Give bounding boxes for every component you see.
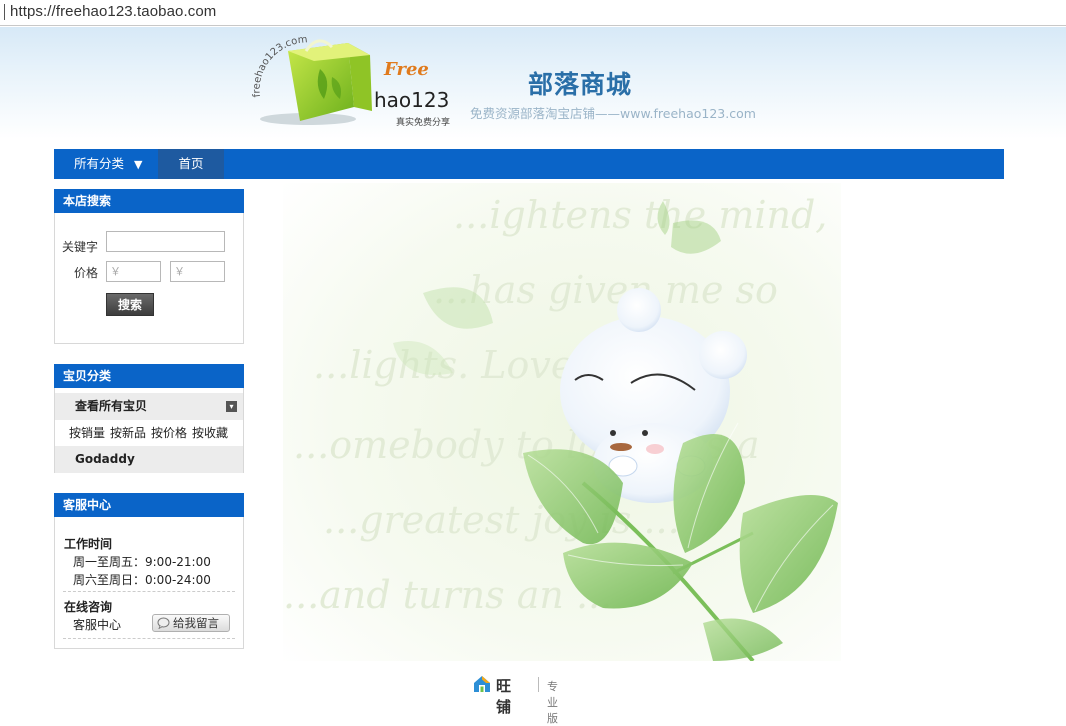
divider — [63, 591, 235, 592]
footer-edition: 专业版 — [547, 680, 558, 725]
collapse-icon[interactable]: ▾ — [226, 401, 237, 412]
keyword-input[interactable] — [106, 231, 225, 252]
triangle-down-icon: ▼ — [134, 158, 143, 171]
agent-name: 客服中心 — [73, 618, 122, 632]
weekend-hours: 周六至周日：0:00-24:00 — [73, 573, 211, 587]
leave-message-label: 给我留言 — [173, 616, 219, 630]
text-cursor — [4, 4, 5, 20]
sort-by-price[interactable]: 按价格 — [151, 426, 187, 440]
logo-wordmark: Free — [383, 59, 429, 80]
wangpu-logo-icon — [474, 676, 490, 692]
nav-all-categories-label: 所有分类 — [74, 156, 125, 171]
sort-by-favorites[interactable]: 按收藏 — [192, 426, 228, 440]
category-panel: 宝贝分类 查看所有宝贝 ▾ 按销量 按新品 按价格 按收藏 Godaddy — [54, 364, 244, 473]
url-text[interactable]: https://freehao123.taobao.com — [10, 3, 216, 20]
svg-text:...ightens the mind,: ...ightens the mind, — [453, 193, 827, 237]
search-panel: 本店搜索 关键字 价格 ￥ ￥ 搜索 — [54, 189, 244, 344]
shop-logo[interactable]: freehao123.com Free hao123 真实免费分享 — [248, 37, 458, 132]
weekday-hours: 周一至周五：9:00-21:00 — [73, 555, 211, 569]
price-max-input[interactable]: ￥ — [170, 261, 225, 282]
shop-name[interactable]: 部落商城 — [528, 65, 632, 101]
logo-tagline: 真实免费分享 — [396, 116, 450, 128]
sort-links: 按销量 按新品 按价格 按收藏 — [69, 424, 233, 441]
leave-message-button[interactable]: 给我留言 — [152, 614, 230, 632]
price-label: 价格 — [74, 266, 99, 280]
category-item-godaddy[interactable]: Godaddy — [55, 446, 243, 473]
shop-banner[interactable]: ...ightens the mind, ...has given me so … — [283, 183, 841, 661]
nav-bar: 所有分类 ▼ 首页 — [54, 149, 1004, 179]
price-min-input[interactable]: ￥ — [106, 261, 161, 282]
shop-header: freehao123.com Free hao123 真实免费分享 部落商城 免… — [0, 27, 1066, 139]
hours-heading: 工作时间 — [64, 537, 113, 551]
footer-separator — [538, 677, 539, 692]
divider — [63, 638, 235, 639]
nav-all-categories[interactable]: 所有分类 ▼ — [54, 149, 158, 179]
online-heading: 在线咨询 — [64, 600, 113, 614]
search-panel-title: 本店搜索 — [54, 189, 244, 213]
service-panel: 客服中心 工作时间 周一至周五：9:00-21:00 周六至周日：0:00-24… — [54, 493, 244, 649]
category-panel-title: 宝贝分类 — [54, 364, 244, 388]
footer-brand-name: 旺铺 — [496, 677, 512, 716]
svg-text:...and turns an ...: ...and turns an ... — [283, 573, 612, 617]
view-all-items[interactable]: 查看所有宝贝 ▾ — [55, 393, 243, 420]
view-all-label: 查看所有宝贝 — [75, 399, 148, 413]
nav-home[interactable]: 首页 — [158, 149, 224, 179]
sort-by-new[interactable]: 按新品 — [110, 426, 146, 440]
keyword-label: 关键字 — [62, 240, 99, 254]
search-button[interactable]: 搜索 — [106, 293, 154, 316]
address-bar[interactable]: https://freehao123.taobao.com — [0, 0, 1066, 26]
shop-slogan: 免费资源部落淘宝店铺——www.freehao123.com — [470, 106, 756, 121]
banner-artwork: ...ightens the mind, ...has given me so … — [283, 183, 841, 661]
sort-by-sales[interactable]: 按销量 — [69, 426, 105, 440]
logo-name: hao123 — [374, 88, 449, 112]
message-bubble-icon — [157, 617, 170, 629]
service-panel-title: 客服中心 — [54, 493, 244, 517]
